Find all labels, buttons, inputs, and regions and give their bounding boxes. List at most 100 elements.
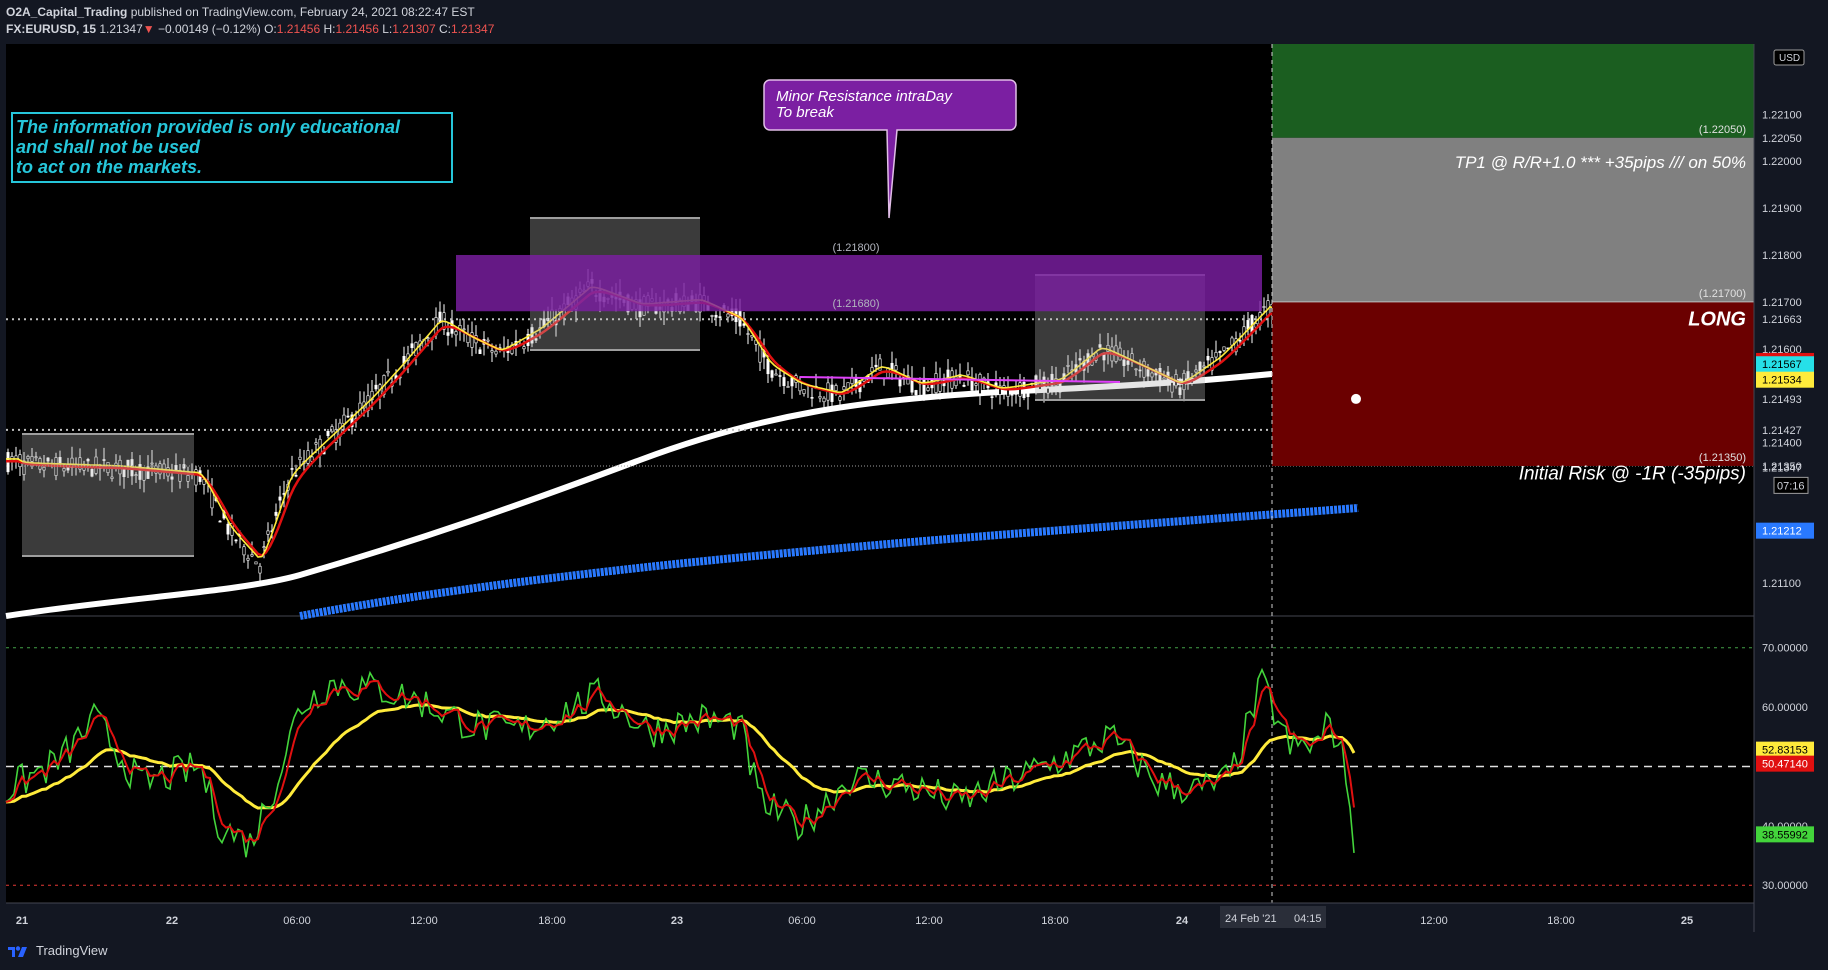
candle-body <box>786 386 790 388</box>
candle-body <box>234 539 238 542</box>
candle-body <box>822 397 826 403</box>
price-tick-label: 1.21427 <box>1762 425 1802 437</box>
candle-body <box>838 396 842 401</box>
candle-body <box>266 530 270 535</box>
candle-body <box>890 362 894 370</box>
callout-text-2: To break <box>776 104 835 121</box>
time-tick-label: 06:00 <box>788 915 816 927</box>
disclaimer-line-1: The information provided is only educati… <box>16 117 401 137</box>
time-tick-label: 21 <box>16 915 28 927</box>
osc-badge-label: 50.47140 <box>1762 759 1808 771</box>
time-tick-label: 23 <box>671 915 683 927</box>
candle-body <box>486 339 490 342</box>
candle-body <box>1014 391 1018 395</box>
stop-level-label: (1.21350) <box>1699 452 1746 464</box>
risk-zone <box>1272 301 1754 466</box>
candle-body <box>258 565 262 574</box>
candle-body <box>966 370 970 376</box>
candle-body <box>462 328 466 331</box>
candle-body <box>926 387 930 391</box>
zone-top-label: (1.21800) <box>832 242 879 254</box>
disclaimer-box: The information provided is only educati… <box>11 112 453 183</box>
time-tick-label: 12:00 <box>915 915 943 927</box>
time-tick-label: 18:00 <box>1041 915 1069 927</box>
price-tick-label: 1.21663 <box>1762 314 1802 326</box>
tp-level-label: (1.22050) <box>1699 124 1746 136</box>
candle-body <box>294 474 298 477</box>
candle-body <box>1214 352 1218 358</box>
candle-body <box>242 546 246 556</box>
price-tick-label: 1.21347 <box>1762 462 1802 474</box>
tradingview-brand: TradingView <box>36 943 108 958</box>
price-tick-label: 1.22100 <box>1762 109 1802 121</box>
candle-body <box>374 384 378 390</box>
osc-badge-label: 38.55992 <box>1762 829 1808 841</box>
candle-body <box>778 375 782 377</box>
time-axis[interactable]: 21 22 06:00 12:00 18:00 23 06:00 12:00 18:00 24 12… <box>6 902 1754 928</box>
candle-body <box>978 374 982 394</box>
candle-body <box>938 379 942 392</box>
candle-body <box>710 315 714 317</box>
candle-body <box>922 377 926 396</box>
candle-body <box>426 337 430 340</box>
candle-body <box>290 468 294 470</box>
candle-body <box>262 546 266 548</box>
tp-zone <box>1272 44 1754 138</box>
candle-body <box>834 385 838 391</box>
candle-body <box>766 358 770 375</box>
candle-body <box>278 496 282 501</box>
range-box <box>22 434 194 556</box>
risk-text: Initial Risk @ -1R (-35pips) <box>1519 463 1746 484</box>
disclaimer-line-3: to act on the markets. <box>16 157 202 177</box>
candle-body <box>894 365 898 371</box>
candle-body <box>298 456 302 460</box>
candle-body <box>386 371 390 374</box>
white-ma-endpoint <box>1351 393 1361 404</box>
candle-body <box>314 442 318 445</box>
candle-body <box>250 554 254 557</box>
candle-body <box>726 313 730 318</box>
candle-body <box>226 523 230 535</box>
long-label: LONG <box>1688 308 1746 330</box>
price-tick-label: 1.21493 <box>1762 394 1802 406</box>
candle-body <box>842 386 846 391</box>
disclaimer-line-2: and shall not be used <box>16 137 201 157</box>
time-tick-label: 22 <box>166 915 178 927</box>
candle-body <box>410 343 414 349</box>
candle-body <box>790 377 794 387</box>
candle-body <box>1222 346 1226 351</box>
tradingview-logo[interactable]: TradingView <box>8 943 108 958</box>
tp-text: TP1 @ R/R+1.0 *** +35pips /// on 50% <box>1455 153 1746 172</box>
candle-body <box>274 511 278 516</box>
candle-body <box>342 414 346 424</box>
candle-body <box>802 389 806 394</box>
candle-body <box>494 350 498 355</box>
candle-body <box>218 520 222 523</box>
tradingview-icon <box>8 945 27 957</box>
candle-body <box>798 381 802 392</box>
crosshair-date: 24 Feb '21 <box>1225 913 1277 925</box>
candle-body <box>990 396 994 398</box>
footer-bar <box>0 932 1828 970</box>
osc-tick-label: 70.00000 <box>1762 643 1808 655</box>
candle-body <box>874 364 878 368</box>
crosshair-time: 04:15 <box>1294 913 1322 925</box>
candle-body <box>898 379 902 387</box>
callout-text-1: Minor Resistance intraDay <box>776 88 953 105</box>
candle-body <box>718 316 722 318</box>
time-tick-label: 24 <box>1176 915 1189 927</box>
candle-body <box>914 390 918 396</box>
candle-body <box>746 333 750 335</box>
candle-body <box>454 331 458 336</box>
zone-bottom-label: (1.21680) <box>832 298 879 310</box>
price-axis[interactable]: 1.22100 1.22050 1.22000 1.21900 1.21800 1.217… <box>1753 44 1814 932</box>
candle-body <box>522 346 526 350</box>
candle-body <box>1026 392 1030 397</box>
chart-canvas[interactable]: 1.22100 1.22050 1.22000 1.21900 1.21800 1.217… <box>0 0 1828 932</box>
entry-level-label: (1.21700) <box>1699 288 1746 300</box>
price-badge-label: 1.21534 <box>1762 375 1802 387</box>
price-tick-label: 1.21900 <box>1762 203 1802 215</box>
candle-body <box>446 332 450 336</box>
candle-body <box>818 396 822 399</box>
candle-body <box>782 377 786 387</box>
